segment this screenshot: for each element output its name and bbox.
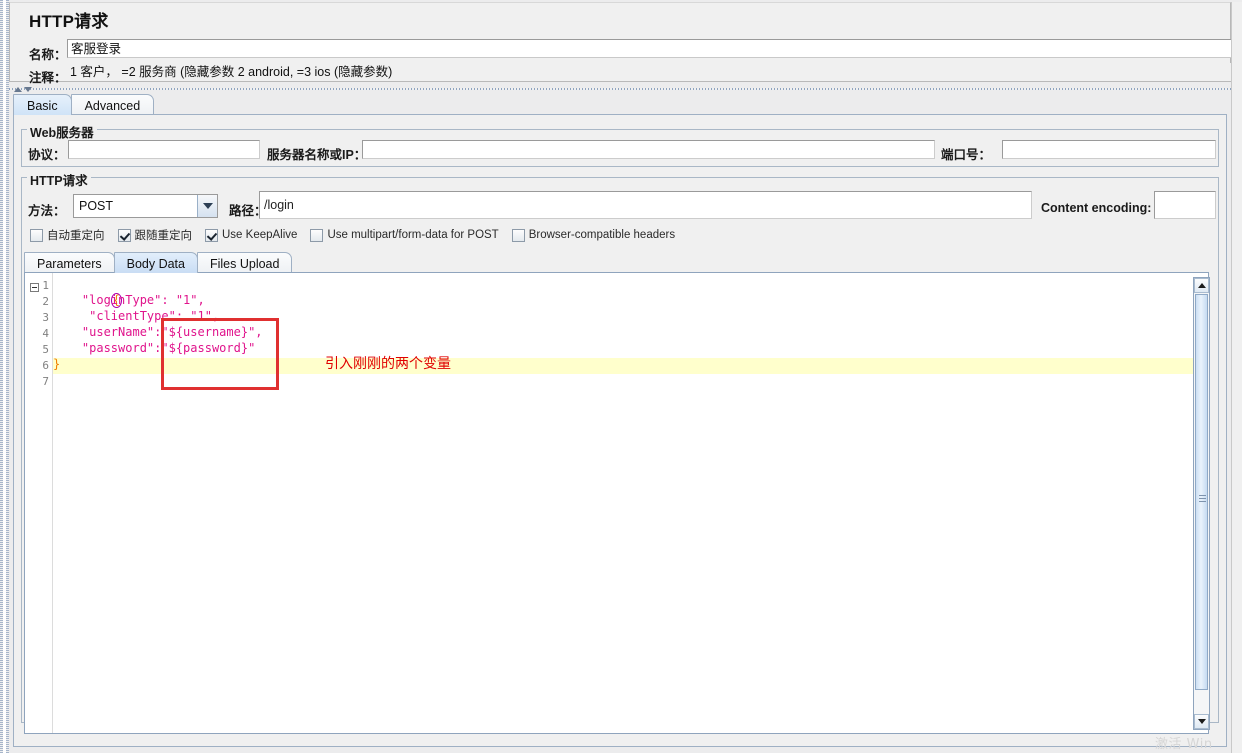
splitter-collapse-arrows[interactable] <box>14 84 36 94</box>
method-combobox[interactable]: POST <box>73 194 218 218</box>
activate-windows-watermark: 激活 Win <box>1155 737 1213 752</box>
triangle-up-icon <box>1197 283 1206 288</box>
editor-vertical-scrollbar[interactable] <box>1193 277 1210 730</box>
path-input[interactable]: /login <box>259 191 1032 219</box>
scrollbar-grip <box>1199 495 1206 496</box>
checkbox-label: Use multipart/form-data for POST <box>327 229 499 241</box>
checkbox-box[interactable] <box>205 228 218 242</box>
tab-parameters[interactable]: Parameters <box>24 252 115 273</box>
tab-basic[interactable]: Basic <box>13 94 72 115</box>
window-right-edge <box>1231 2 1242 753</box>
comment-input[interactable]: 1 客户， =2 服务商 (隐藏参数 2 android, =3 ios (隐藏… <box>67 63 1232 82</box>
triangle-down-icon <box>1197 719 1206 724</box>
line-number: 5 <box>42 343 49 356</box>
panel-splitter[interactable] <box>9 84 1231 94</box>
checkbox-box[interactable] <box>30 228 43 242</box>
content-encoding-label: Content encoding: <box>1041 201 1152 215</box>
comment-underline <box>67 81 1232 82</box>
scroll-down-button[interactable] <box>1194 714 1209 729</box>
checkbox-auto-redirect[interactable]: 自动重定向 <box>30 227 105 243</box>
checkbox-box[interactable] <box>310 228 324 242</box>
checkbox-label: Use KeepAlive <box>222 229 298 241</box>
server-name-input[interactable] <box>362 140 935 159</box>
checkbox-use-keepalive[interactable]: Use KeepAlive <box>205 228 298 242</box>
checkbox-label: 跟随重定向 <box>134 230 193 242</box>
body-tabstrip: Parameters Body Data Files Upload <box>24 252 293 273</box>
content-encoding-input[interactable] <box>1154 191 1216 219</box>
port-input[interactable] <box>1002 140 1216 159</box>
code-line-6: } <box>53 357 61 371</box>
checkbox-browser-compatible-headers[interactable]: Browser-compatible headers <box>511 228 676 242</box>
line-number: 7 <box>42 375 49 388</box>
chevron-up-icon[interactable] <box>14 86 22 92</box>
tab-advanced[interactable]: Advanced <box>70 94 155 115</box>
checkbox-follow-redirects[interactable]: 跟随重定向 <box>117 227 193 243</box>
annotation-rectangle <box>161 318 279 390</box>
tab-body-data[interactable]: Body Data <box>113 252 198 273</box>
web-server-group-title: Web服务器 <box>27 122 97 141</box>
checkbox-box[interactable] <box>117 228 131 242</box>
method-label: 方法： <box>28 204 66 218</box>
editor-gutter: 1 2 3 4 5 6 7 <box>25 273 53 733</box>
line-number: 2 <box>42 295 49 308</box>
window-left-edge-inner <box>3 0 6 753</box>
method-dropdown-button[interactable] <box>197 195 217 217</box>
main-tabstrip: Basic Advanced <box>13 94 155 115</box>
line-number: 6 <box>42 359 49 372</box>
protocol-label: 协议： <box>28 148 66 162</box>
scrollbar-grip <box>1199 498 1206 499</box>
annotation-text: 引入刚刚的两个变量 <box>325 356 451 372</box>
chevron-down-icon <box>202 203 213 209</box>
port-label: 端口号： <box>941 148 992 162</box>
code-fold-icon[interactable] <box>30 283 39 292</box>
tab-files-upload[interactable]: Files Upload <box>196 252 293 273</box>
line-number: 1 <box>42 279 49 292</box>
name-label: 名称： <box>29 48 67 62</box>
checkbox-use-multipart[interactable]: Use multipart/form-data for POST <box>310 228 499 242</box>
checkbox-label: 自动重定向 <box>47 230 105 242</box>
chevron-down-icon[interactable] <box>24 86 32 92</box>
page-title: HTTP请求 <box>29 12 109 31</box>
code-line-1: { <box>53 276 123 308</box>
header-panel: HTTP请求 名称： 客服登录 注释： 1 客户， =2 服务商 (隐藏参数 2… <box>9 2 1232 85</box>
scrollbar-thumb[interactable] <box>1195 294 1208 690</box>
line-number: 3 <box>42 311 49 324</box>
name-input[interactable]: 客服登录 <box>67 39 1232 58</box>
options-checkbox-row: 自动重定向 跟随重定向 Use KeepAlive Use multipart/… <box>30 227 688 243</box>
http-request-window: HTTP请求 名称： 客服登录 注释： 1 客户， =2 服务商 (隐藏参数 2… <box>0 0 1242 753</box>
line-number: 4 <box>42 327 49 340</box>
checkbox-box[interactable] <box>511 228 525 242</box>
scroll-up-button[interactable] <box>1194 278 1209 293</box>
server-name-label: 服务器名称或IP： <box>267 148 367 162</box>
method-value: POST <box>79 199 114 213</box>
http-request-group-title: HTTP请求 <box>27 170 91 189</box>
checkbox-label: Browser-compatible headers <box>528 229 676 241</box>
code-line-2: "loginType": "1", <box>53 293 205 307</box>
scrollbar-grip <box>1199 501 1206 502</box>
protocol-input[interactable] <box>68 140 260 159</box>
